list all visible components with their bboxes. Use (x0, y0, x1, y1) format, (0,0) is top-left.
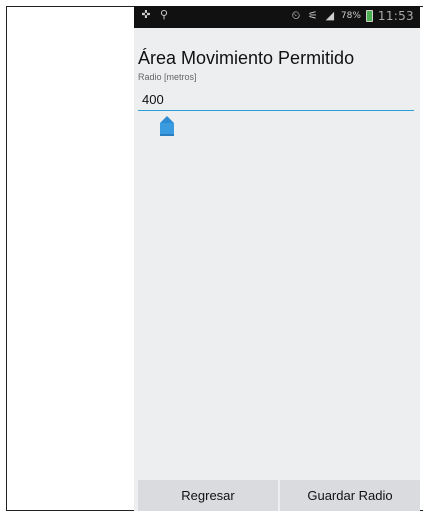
gps-icon: ✜ (141, 8, 151, 21)
page-title: Área Movimiento Permitido (138, 48, 355, 68)
radius-field-label: Radio [metros] (138, 72, 197, 82)
phone-screen: ✜ ⚲ ⏲ ⚟ ◢ 78% 11:53 Área Movimiento Perm… (134, 6, 420, 511)
status-bar-right: ⏲ ⚟ ◢ 78% 11:53 (290, 9, 414, 23)
radius-input[interactable] (138, 89, 414, 111)
cursor-handle-tip (160, 116, 174, 123)
alarm-icon: ⏲ (291, 9, 301, 22)
wifi-icon: ⚟ (307, 9, 318, 22)
battery-icon (365, 10, 373, 22)
signal-icon: ◢ (325, 9, 335, 22)
location-pin-icon: ⚲ (159, 8, 169, 21)
bottom-action-bar: Regresar Guardar Radio (134, 480, 420, 511)
status-bar: ✜ ⚲ ⏲ ⚟ ◢ 78% 11:53 (134, 6, 420, 28)
cursor-handle-body (160, 123, 174, 136)
status-time: 11:53 (377, 9, 414, 23)
back-button[interactable]: Regresar (138, 480, 278, 511)
battery-percent: 78% (340, 11, 361, 21)
status-bar-left: ✜ ⚲ (140, 9, 170, 21)
save-radius-button[interactable]: Guardar Radio (280, 480, 420, 511)
